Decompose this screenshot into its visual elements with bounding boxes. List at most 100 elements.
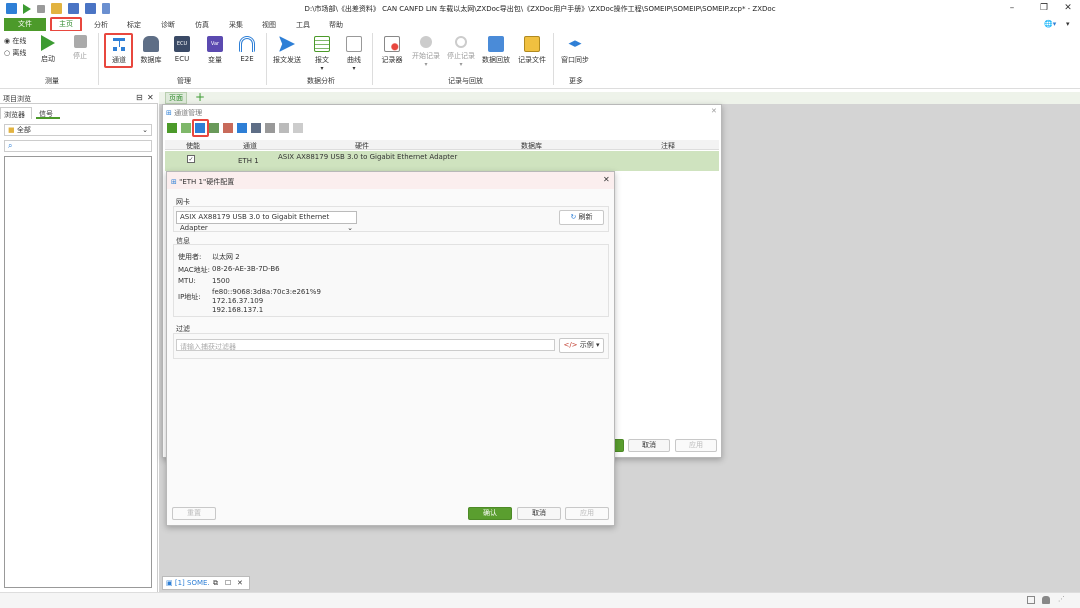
bottom-document-tab[interactable]: ▣ [1] SOME. ⧉ ☐ ✕ (162, 576, 250, 590)
status-monitor-icon (1027, 596, 1035, 604)
hw-cancel-button[interactable]: 取消 (517, 507, 561, 520)
file-menu-button[interactable]: 文件 (4, 18, 46, 31)
database-button[interactable]: 数据库 (139, 36, 163, 65)
record-file-button[interactable]: 记录文件 (517, 36, 547, 65)
tab-browser[interactable]: 浏览器 (0, 107, 32, 119)
group-data-analysis: 数据分析 (307, 77, 335, 85)
stop-record-button[interactable]: 停止记录 ▾ (446, 36, 476, 68)
maximize-icon[interactable]: ☐ (225, 577, 231, 589)
start-record-button[interactable]: 开始记录 ▾ (411, 36, 441, 68)
window-sync-button[interactable]: ◂▸ 窗口同步 (560, 36, 590, 65)
menu-acquisition[interactable]: 采集 (229, 20, 243, 30)
search-icon: ⌕ (8, 141, 13, 150)
panel-close-icon[interactable]: ✕ (147, 93, 154, 102)
hw-apply-button[interactable]: 应用 (565, 507, 609, 520)
message-table-icon (314, 36, 330, 52)
variable-button[interactable]: Var 变量 (205, 36, 225, 65)
edit-icon[interactable] (265, 123, 275, 133)
export-icon[interactable] (293, 123, 303, 133)
filter-select[interactable]: ■ 全部 ⌄ (4, 124, 152, 136)
curve-dropdown-icon: ▾ (352, 65, 356, 72)
message-label: 报文 (315, 56, 329, 64)
nic-select[interactable]: ASIX AX88179 USB 3.0 to Gigabit Ethernet… (176, 211, 357, 232)
menu-simulation[interactable]: 仿真 (195, 20, 209, 30)
stop-label: 停止 (73, 52, 87, 60)
menu-tools[interactable]: 工具 (296, 20, 310, 30)
capture-filter-placeholder: 请输入捕获过滤器 (180, 343, 236, 351)
curve-chart-icon (346, 36, 362, 52)
refresh-button[interactable]: ↻ 刷新 (559, 210, 604, 225)
record-dot-icon (420, 36, 432, 48)
variable-icon: Var (207, 36, 223, 52)
minimize-button[interactable]: – (1005, 3, 1019, 13)
close-button[interactable]: ✕ (1061, 3, 1075, 13)
menu-help[interactable]: 帮助 (329, 20, 343, 30)
confirm-button[interactable]: 确认 (468, 507, 512, 520)
group-record-playback: 记录与回放 (448, 77, 483, 85)
channel-apply-button[interactable]: 应用 (675, 439, 717, 452)
online-radio[interactable]: ◉ 在线 (4, 36, 26, 46)
e2e-button[interactable]: E2E (237, 36, 257, 63)
ip-value: fe80::9068:3d8a:70c3:e261%9 (212, 288, 321, 296)
help-icon[interactable]: ▾ (1066, 20, 1070, 28)
add-sub-channel-icon[interactable] (181, 123, 191, 133)
resize-grip-icon: ⋰ (1058, 595, 1065, 603)
ip-label: IP地址: (178, 293, 201, 301)
playback-icon (488, 36, 504, 52)
hw-dialog-close-icon[interactable]: ✕ (603, 175, 610, 184)
start-record-dropdown-icon: ▾ (424, 61, 428, 68)
tab-signal[interactable]: 信号 (36, 107, 60, 119)
menu-view[interactable]: 视图 (262, 20, 276, 30)
col-hardware: 硬件 (355, 142, 369, 150)
close-icon[interactable]: ✕ (237, 577, 243, 589)
sync-arrows-icon: ◂▸ (568, 36, 582, 51)
import-icon[interactable] (279, 123, 289, 133)
table-row[interactable]: ✓ ETH 1 ASIX AX88179 USB 3.0 to Gigabit … (165, 151, 719, 171)
send-icon (279, 36, 295, 52)
stop-square-icon (73, 35, 87, 48)
add-tab-icon[interactable]: + (195, 90, 205, 104)
search-input[interactable]: ⌕ (4, 140, 152, 152)
user-label: 使用者: (178, 253, 202, 261)
float-icon[interactable]: ⧉ (213, 577, 218, 589)
channel-dialog-title: ⊞ 通道管理 (166, 108, 202, 118)
language-icon[interactable]: 🌐▾ (1044, 20, 1056, 28)
ecu-label: ECU (174, 55, 190, 63)
channel-cancel-button[interactable]: 取消 (628, 439, 670, 452)
add-channel-icon[interactable] (167, 123, 177, 133)
copy-channel-icon[interactable] (209, 123, 219, 133)
capture-filter-input[interactable]: 请输入捕获过滤器 (176, 339, 555, 351)
restore-button[interactable]: ❐ (1037, 3, 1051, 13)
message-button[interactable]: 报文 ▾ (312, 36, 332, 72)
curve-button[interactable]: 曲线 ▾ (344, 36, 364, 72)
msg-send-button[interactable]: 报文发送 (273, 36, 301, 65)
menu-analysis[interactable]: 分析 (94, 20, 108, 30)
start-button[interactable]: 启动 (38, 35, 58, 64)
data-playback-button[interactable]: 数据回放 (482, 36, 510, 65)
menu-calibration[interactable]: 标定 (127, 20, 141, 30)
col-channel: 通道 (243, 142, 257, 150)
refresh-icon: ↻ (570, 213, 577, 221)
pin-icon[interactable]: ⊟ (136, 93, 143, 102)
reset-button[interactable]: 重置 (172, 507, 216, 520)
record-file-icon (524, 36, 540, 52)
delete-channel-icon[interactable] (223, 123, 233, 133)
channel-dialog-close-icon[interactable]: ✕ (711, 107, 717, 115)
example-button[interactable]: </> 示例 ▾ (559, 338, 604, 353)
hw-dialog-title: ⊞ "ETH 1"硬件配置 (171, 177, 234, 187)
row-channel: ETH 1 (238, 157, 259, 165)
enable-checkbox[interactable]: ✓ (187, 155, 195, 163)
tab-page[interactable]: 页面 (165, 92, 187, 104)
database-icon[interactable] (251, 123, 261, 133)
offline-radio[interactable]: ○ 离线 (4, 48, 26, 58)
wrench-icon[interactable] (237, 123, 247, 133)
stop-button[interactable]: 停止 (70, 35, 90, 61)
recorder-button[interactable]: 记录器 (380, 36, 404, 65)
start-label: 启动 (41, 55, 55, 63)
menu-diagnostics[interactable]: 诊断 (161, 20, 175, 30)
ecu-button[interactable]: ECU ECU (172, 36, 192, 63)
recorder-label: 记录器 (381, 56, 403, 64)
col-note: 注释 (661, 142, 675, 150)
home-tab[interactable]: 主页 (50, 17, 82, 32)
mtu-value: 1500 (212, 277, 230, 285)
